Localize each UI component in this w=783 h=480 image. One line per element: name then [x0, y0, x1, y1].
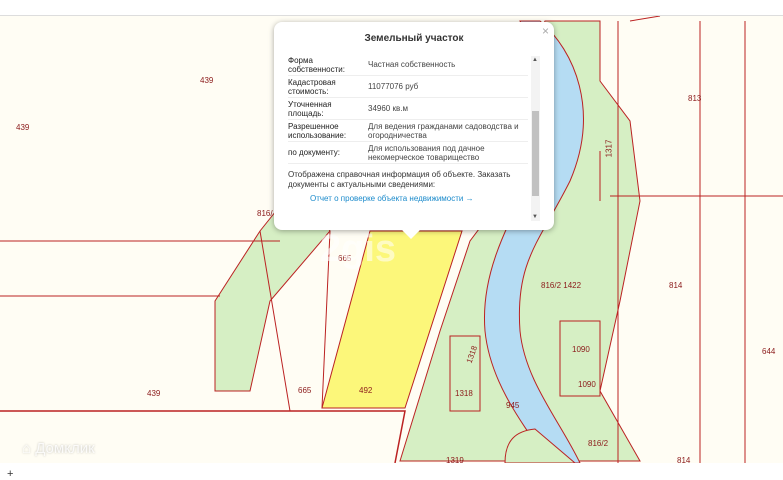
scrollbar-thumb[interactable]: [532, 111, 539, 196]
parcel-label-selected: 492: [359, 386, 373, 395]
popup-title: Земельный участок: [364, 33, 464, 44]
parcel-label: 816/: [257, 209, 273, 218]
parcel-label: 945: [506, 401, 520, 410]
parcel-info-popup: × Земельный участок Форма собственности:…: [274, 22, 554, 239]
popup-content: Форма собственности: Частная собственност…: [288, 54, 528, 228]
row-value: 34960 кв.м: [368, 104, 408, 113]
parcel-label: 439: [147, 389, 161, 398]
info-row: по документу: Для использования под дачно…: [288, 142, 528, 164]
info-row: Разрешенное использование: Для ведения гр…: [288, 120, 528, 142]
parcel-label: 813: [688, 94, 702, 103]
parcel-label: 814: [669, 281, 683, 290]
house-icon: ⌂: [22, 440, 32, 457]
parcel-label: 644: [762, 347, 776, 356]
info-note: Отображена справочная информация об объе…: [288, 170, 511, 189]
parcel-label: 816/2: [588, 439, 609, 448]
info-row: Форма собственности: Частная собственност…: [288, 54, 528, 76]
parcel-label: 439: [16, 123, 30, 132]
info-row: Кадастровая стоимость: 11077076 руб: [288, 76, 528, 98]
parcel-label: 1090: [578, 380, 596, 389]
info-row: Уточненная площадь: 34960 кв.м: [288, 98, 528, 120]
watermark-text: Домклик: [35, 440, 95, 457]
parcel-label: 1318: [455, 389, 473, 398]
popup-scrollbar[interactable]: ▲ ▼: [531, 56, 540, 221]
parcel-label: 1090: [572, 345, 590, 354]
parcel-label: 439: [200, 76, 214, 85]
domclick-watermark: ⌂ Домклик: [22, 440, 95, 457]
scroll-down-icon[interactable]: ▼: [532, 214, 538, 220]
row-key: по документу:: [288, 148, 340, 157]
parcel-label: 816/2 1422: [541, 281, 582, 290]
row-value: Частная собственность: [368, 60, 456, 69]
center-watermark: 2gis: [320, 228, 397, 270]
row-value: Для ведения гражданами садоводства и ого…: [368, 121, 519, 140]
row-key: Уточненная площадь:: [288, 99, 332, 118]
parcel-label: 665: [298, 386, 312, 395]
parcel-label: 1319: [446, 456, 464, 463]
zoom-in-button[interactable]: +: [7, 468, 13, 480]
row-key: Кадастровая стоимость:: [288, 77, 336, 96]
row-value: Для использования под дачное некомерческ…: [368, 143, 485, 162]
close-icon[interactable]: ×: [542, 24, 549, 38]
row-key: Разрешенное использование:: [288, 121, 347, 140]
report-link[interactable]: Отчет о проверке объекта недвижимости →: [288, 193, 528, 204]
parcel-label: 814: [677, 456, 691, 463]
row-key: Форма собственности:: [288, 55, 345, 74]
row-value: 11077076 руб: [368, 82, 419, 91]
scroll-up-icon[interactable]: ▲: [532, 57, 538, 63]
parcel-label: 1317: [604, 139, 614, 158]
